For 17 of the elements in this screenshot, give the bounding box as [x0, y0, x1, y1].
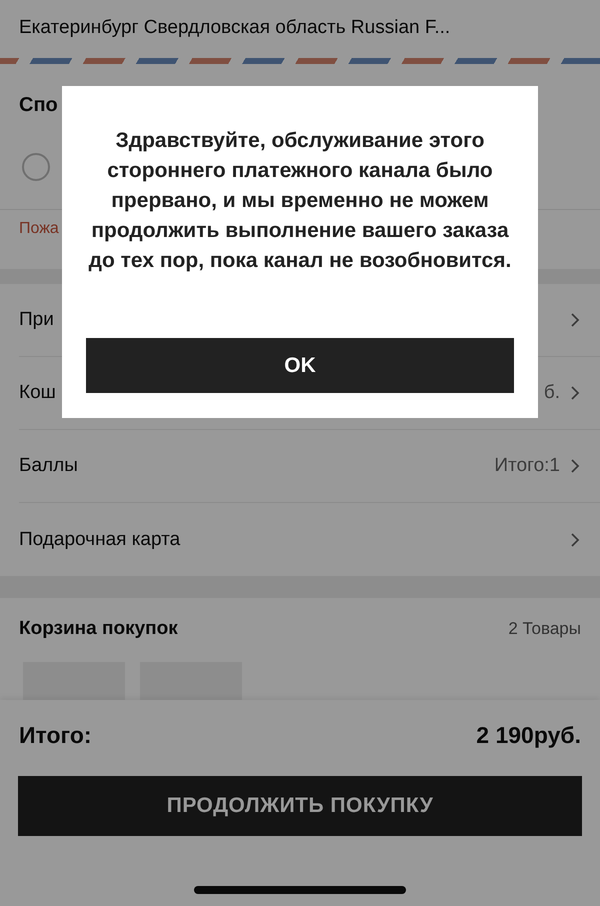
chevron-right-icon [570, 385, 580, 401]
continue-button[interactable]: ПРОДОЛЖИТЬ ПОКУПКУ [18, 776, 582, 836]
chevron-right-icon [570, 458, 580, 474]
ok-button[interactable]: OK [86, 338, 514, 393]
cart-title: Корзина покупок [19, 618, 178, 640]
notice-text: Пожа [19, 220, 59, 238]
chevron-right-icon [570, 312, 580, 328]
item-count: 2 Товары [508, 619, 581, 639]
total-label: Итого: [19, 722, 92, 748]
address-text: Екатеринбург Свердловская область Russian F... [19, 17, 450, 39]
radio-button[interactable] [22, 153, 50, 181]
chevron-right-icon [570, 532, 580, 548]
total-amount: 2 190руб. [476, 722, 581, 748]
section-title: Спо [19, 94, 58, 117]
list-row[interactable]: Баллы Итого:1 [19, 430, 600, 503]
list-row[interactable]: Подарочная карта [19, 503, 600, 576]
dialog-message: Здравствуйте, обслуживание этого стороннего платежного канала было прервано, и мы временно не можем продолжить выполнение вашего заказа до тех пор, пока канал не возобновится. [88, 128, 512, 274]
